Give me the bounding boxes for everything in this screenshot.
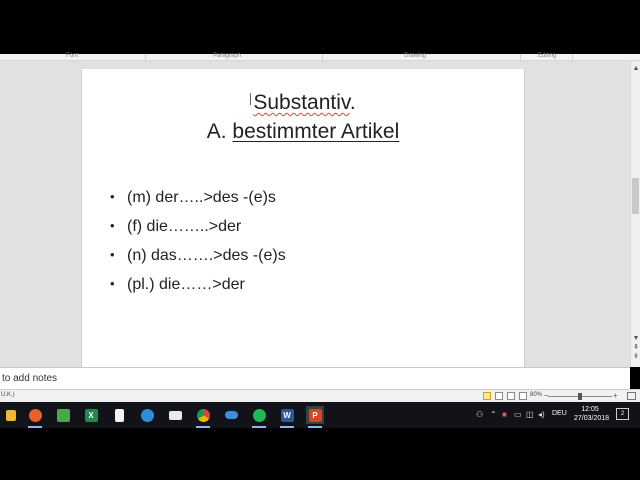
show-hidden-icons-icon[interactable]: ⌃ bbox=[490, 410, 497, 419]
firefox-icon[interactable] bbox=[26, 406, 44, 428]
volume-icon[interactable]: ◂) bbox=[538, 410, 545, 419]
store-icon[interactable] bbox=[2, 406, 20, 424]
ribbon-separator bbox=[322, 54, 323, 61]
edge-icon[interactable] bbox=[138, 406, 156, 424]
list-item: • (f) die……..>der bbox=[110, 211, 286, 240]
input-language[interactable]: DEU bbox=[552, 410, 567, 417]
subtitle-underlined: bestimmter Artikel bbox=[232, 120, 400, 143]
ribbon-separator bbox=[520, 54, 521, 61]
language-indicator[interactable]: U.K.) bbox=[1, 392, 15, 398]
bullet-icon: • bbox=[110, 247, 115, 262]
text-cursor bbox=[250, 93, 252, 105]
zoom-in-icon[interactable]: + bbox=[613, 391, 618, 400]
list-item: • (m) der…..>des -(e)s bbox=[110, 182, 286, 211]
slide-nav-arrows-icon[interactable]: ▼ ⇞ ⇟ bbox=[632, 334, 640, 361]
slide-title[interactable]: Substantiv. bbox=[82, 91, 524, 115]
ribbon-separator bbox=[572, 54, 573, 61]
file-icon[interactable] bbox=[110, 406, 128, 424]
ribbon-group-paragraph: Paragraph bbox=[213, 53, 242, 59]
people-icon[interactable]: ⚇ bbox=[476, 410, 483, 419]
clock-date: 27/03/2018 bbox=[574, 415, 610, 422]
mail-icon[interactable] bbox=[166, 406, 184, 424]
taskbar: X W P ⚇ ⌃ ■ ▭ ◫ ◂) DEU 12:05 27/03/2018 … bbox=[0, 402, 640, 428]
notification-center-icon[interactable]: 2 bbox=[616, 408, 629, 420]
bullet-list[interactable]: • (m) der…..>des -(e)s • (f) die……..>der •… bbox=[110, 182, 286, 298]
title-word-substantiv: Substantiv bbox=[253, 91, 350, 114]
scroll-thumb[interactable] bbox=[632, 178, 639, 214]
vertical-scrollbar[interactable]: ▲ ▼ ⇞ ⇟ bbox=[630, 61, 640, 367]
powerpoint-icon[interactable]: P bbox=[306, 406, 324, 428]
list-item-text: (pl.) die……>der bbox=[127, 276, 245, 293]
reading-view-button[interactable] bbox=[507, 392, 515, 400]
notes-placeholder: to add notes bbox=[2, 373, 58, 384]
photos-icon[interactable] bbox=[54, 406, 72, 424]
clock-time: 12:05 bbox=[581, 406, 599, 413]
fit-to-window-icon[interactable] bbox=[627, 392, 636, 400]
ribbon-group-editing: Editing bbox=[538, 53, 557, 59]
onedrive-icon[interactable] bbox=[222, 406, 240, 424]
slide-subtitle[interactable]: A. bestimmter Artikel bbox=[82, 120, 524, 144]
bullet-icon: • bbox=[110, 276, 115, 291]
ribbon-separator bbox=[145, 54, 146, 61]
notes-pane[interactable]: to add notes bbox=[0, 367, 630, 389]
bullet-icon: • bbox=[110, 218, 115, 233]
bullet-icon: • bbox=[110, 189, 115, 204]
list-item: • (n) das…….>des -(e)s bbox=[110, 240, 286, 269]
network-icon[interactable]: ◫ bbox=[526, 410, 534, 419]
battery-icon[interactable]: ▭ bbox=[514, 410, 522, 419]
antivirus-tray-icon[interactable]: ■ bbox=[502, 410, 507, 419]
title-period: . bbox=[349, 91, 356, 114]
status-bar: U.K.) 80% − + bbox=[0, 389, 640, 402]
word-icon[interactable]: W bbox=[278, 406, 296, 428]
slideshow-view-button[interactable] bbox=[519, 392, 527, 400]
scroll-up-icon[interactable]: ▲ bbox=[632, 65, 640, 73]
clock[interactable]: 12:05 27/03/2018 bbox=[574, 405, 610, 423]
slide-editing-area: Substantiv. A. bestimmter Artikel • (m) d… bbox=[0, 61, 630, 369]
ribbon-group-font: Font bbox=[66, 53, 79, 59]
slide-canvas[interactable]: Substantiv. A. bestimmter Artikel • (m) d… bbox=[81, 69, 525, 369]
chrome-icon[interactable] bbox=[194, 406, 212, 428]
ribbon-group-drawing: Drawing bbox=[404, 53, 427, 59]
subtitle-prefix: A. bbox=[206, 120, 233, 143]
zoom-level[interactable]: 80% bbox=[530, 392, 542, 398]
zoom-slider-handle[interactable] bbox=[578, 393, 582, 400]
notification-count: 2 bbox=[620, 411, 625, 417]
excel-like-icon[interactable]: X bbox=[82, 406, 100, 424]
ribbon-group-labels: Font Paragraph Drawing Editing bbox=[0, 53, 640, 61]
screen: Font Paragraph Drawing Editing Substanti… bbox=[0, 0, 640, 480]
spotify-icon[interactable] bbox=[250, 406, 268, 428]
slide-sorter-view-button[interactable] bbox=[495, 392, 503, 400]
list-item: • (pl.) die……>der bbox=[110, 269, 286, 298]
list-item-text: (f) die……..>der bbox=[127, 218, 242, 235]
list-item-text: (n) das…….>des -(e)s bbox=[127, 247, 286, 264]
normal-view-button[interactable] bbox=[483, 392, 491, 400]
list-item-text: (m) der…..>des -(e)s bbox=[127, 189, 276, 206]
